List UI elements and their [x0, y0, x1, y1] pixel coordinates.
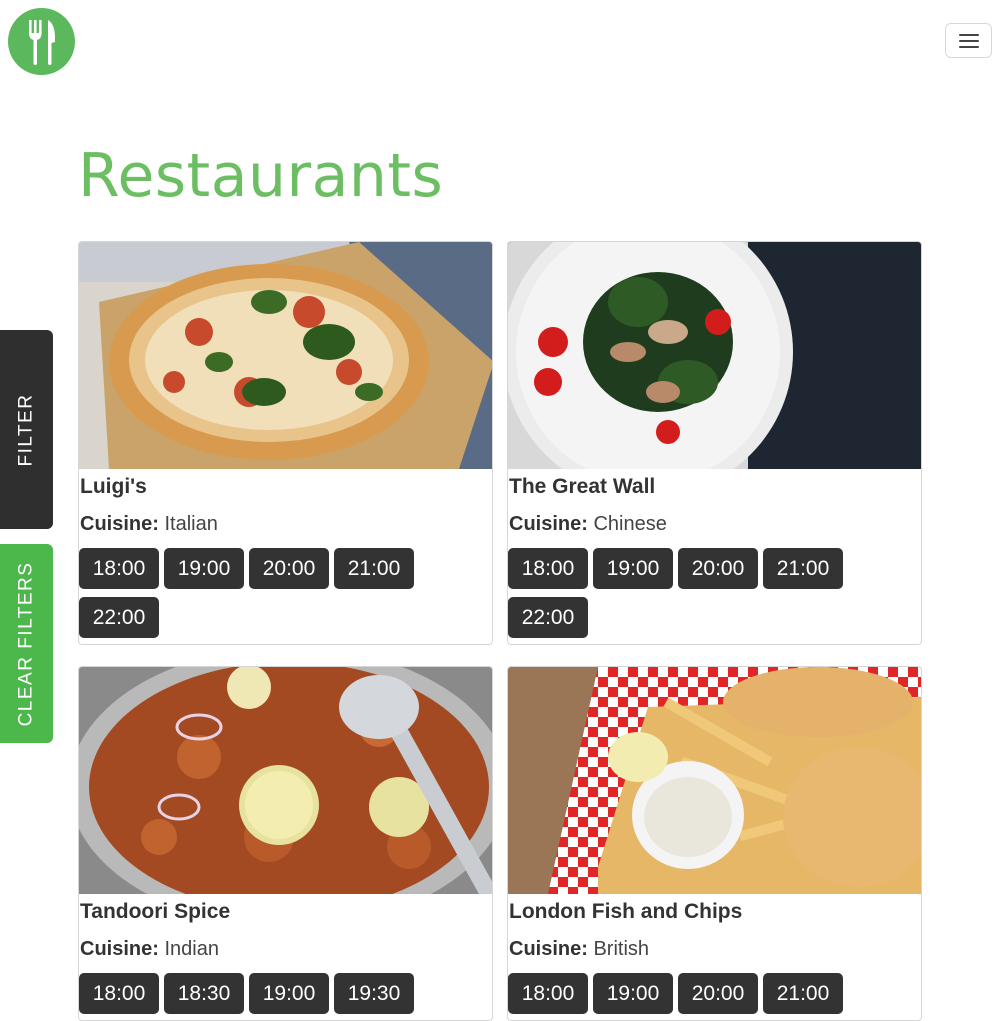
- restaurant-name: The Great Wall: [509, 475, 656, 498]
- cuisine-line: Cuisine: Italian: [79, 500, 492, 536]
- cuisine-value: British: [593, 938, 650, 960]
- cuisine-label: Cuisine:: [509, 938, 588, 960]
- time-slots: 18:00 19:00 20:00 21:00 22:00: [79, 536, 492, 644]
- time-slot-button[interactable]: 22:00: [508, 597, 588, 638]
- clear-filters-tab-label: CLEAR FILTERS: [15, 561, 37, 726]
- time-slot-button[interactable]: 21:00: [763, 548, 843, 589]
- restaurant-card: The Great Wall Cuisine: Chinese 18:00 19…: [507, 241, 922, 645]
- clear-filters-tab[interactable]: CLEAR FILTERS: [0, 544, 53, 743]
- salad-plate-image: [508, 242, 921, 469]
- filter-tab-label: FILTER: [15, 392, 37, 467]
- curry-image: [79, 667, 492, 894]
- cuisine-line: Cuisine: British: [508, 925, 921, 961]
- time-slot-button[interactable]: 20:00: [249, 548, 329, 589]
- restaurant-name: Tandoori Spice: [80, 900, 231, 923]
- cuisine-label: Cuisine:: [80, 513, 159, 535]
- time-slots: 18:00 18:30 19:00 19:30: [79, 961, 492, 1020]
- time-slot-button[interactable]: 21:00: [334, 548, 414, 589]
- time-slot-button[interactable]: 18:00: [79, 973, 159, 1014]
- restaurant-card: Luigi's Cuisine: Italian 18:00 19:00 20:…: [78, 241, 493, 645]
- page-title: Restaurants: [78, 141, 444, 211]
- time-slots: 18:00 19:00 20:00 21:00 22:00: [508, 536, 921, 644]
- filter-tab[interactable]: FILTER: [0, 330, 53, 529]
- logo[interactable]: [8, 8, 75, 75]
- pizza-image: [79, 242, 492, 469]
- time-slots: 18:00 19:00 20:00 21:00: [508, 961, 921, 1020]
- fish-and-chips-image: [508, 667, 921, 894]
- restaurant-name: London Fish and Chips: [509, 900, 743, 923]
- hamburger-menu-icon: [959, 34, 979, 36]
- time-slot-button[interactable]: 18:00: [79, 548, 159, 589]
- time-slot-button[interactable]: 22:00: [79, 597, 159, 638]
- cuisine-value: Chinese: [593, 513, 667, 535]
- cuisine-value: Italian: [164, 513, 218, 535]
- cuisine-value: Indian: [164, 938, 219, 960]
- time-slot-button[interactable]: 18:00: [508, 548, 588, 589]
- time-slot-button[interactable]: 19:00: [249, 973, 329, 1014]
- restaurant-card: Tandoori Spice Cuisine: Indian 18:00 18:…: [78, 666, 493, 1021]
- menu-toggle-button[interactable]: [945, 23, 992, 58]
- time-slot-button[interactable]: 21:00: [763, 973, 843, 1014]
- cuisine-label: Cuisine:: [80, 938, 159, 960]
- time-slot-button[interactable]: 18:30: [164, 973, 244, 1014]
- restaurant-card: London Fish and Chips Cuisine: British 1…: [507, 666, 922, 1021]
- fork-knife-icon: [29, 20, 55, 65]
- time-slot-button[interactable]: 18:00: [508, 973, 588, 1014]
- time-slot-button[interactable]: 19:00: [593, 973, 673, 1014]
- cuisine-line: Cuisine: Indian: [79, 925, 492, 961]
- cuisine-label: Cuisine:: [509, 513, 588, 535]
- time-slot-button[interactable]: 19:30: [334, 973, 414, 1014]
- time-slot-button[interactable]: 19:00: [164, 548, 244, 589]
- time-slot-button[interactable]: 20:00: [678, 548, 758, 589]
- time-slot-button[interactable]: 19:00: [593, 548, 673, 589]
- cuisine-line: Cuisine: Chinese: [508, 500, 921, 536]
- restaurant-name: Luigi's: [80, 475, 147, 498]
- time-slot-button[interactable]: 20:00: [678, 973, 758, 1014]
